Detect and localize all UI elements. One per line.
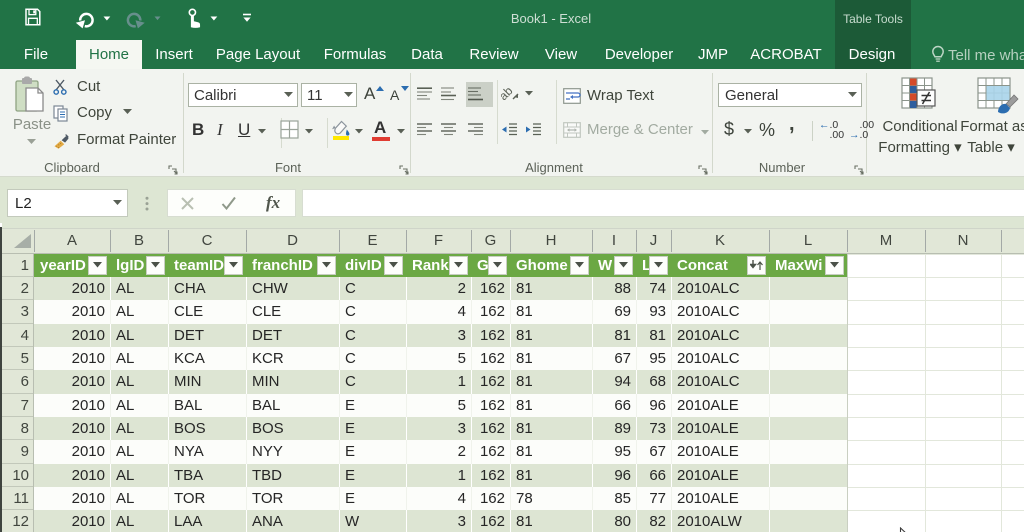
svg-text:ab: ab <box>501 85 516 103</box>
